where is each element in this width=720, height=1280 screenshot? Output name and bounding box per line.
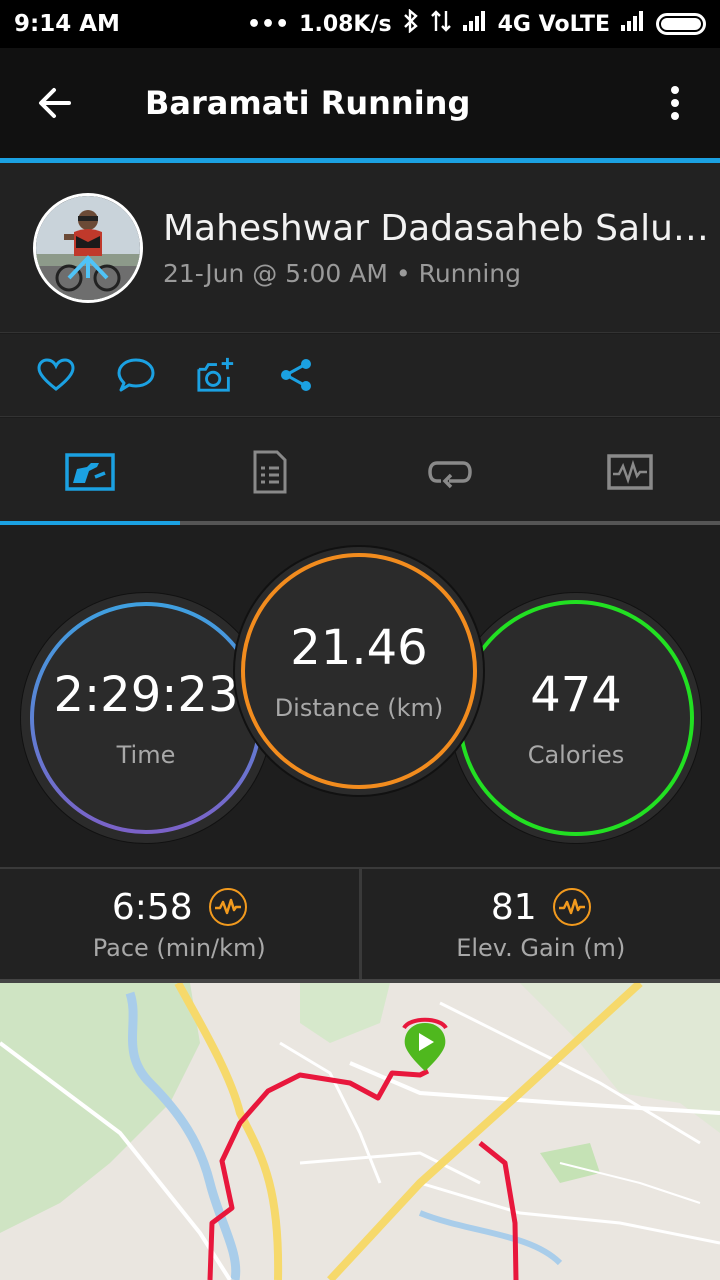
signal-icon [462,10,488,38]
metrics-row: 6:58 Pace (min/km) 81 Elev. Gain (m) [0,867,720,979]
laps-tab-icon [428,460,472,488]
heart-icon [37,358,75,391]
time-value: 2:29:23 [53,667,239,723]
details-tab-icon [253,450,287,493]
arrow-left-icon [39,88,71,118]
signal-icon-2 [620,10,646,38]
time-stat: 2:29:23 Time [20,592,272,844]
app-bar: Baramati Running [0,48,720,158]
tab-laps[interactable] [360,418,540,525]
time-label: Time [116,741,176,769]
like-button[interactable] [36,355,76,395]
activity-header: Maheshwar Dadasaheb Salun… 21-Jun @ 5:00… [0,163,720,333]
summary-stats: 2:29:23 Time 474 Calories 21.46 Distance… [0,525,720,867]
calories-value: 474 [530,667,622,723]
page-title: Baramati Running [145,84,471,122]
distance-label: Distance (km) [274,694,444,722]
data-transfer-icon [430,9,452,39]
tab-charts[interactable] [540,418,720,525]
route-map[interactable] [0,979,720,1280]
activity-meta: 21-Jun @ 5:00 AM • Running [163,258,522,288]
status-dots: ••• [246,11,290,37]
status-bar: 9:14 AM ••• 1.08K/s 4G VoLTE [0,0,720,48]
elevation-value: 81 [490,886,537,928]
back-button[interactable] [0,48,110,158]
distance-stat: 21.46 Distance (km) [233,545,485,797]
comment-icon [117,358,155,392]
activity-tabs [0,418,720,525]
status-indicators: ••• 1.08K/s 4G VoLTE [246,8,706,39]
elevation-metric[interactable]: 81 Elev. Gain (m) [358,869,720,979]
status-time: 9:14 AM [14,11,120,37]
action-bar [0,334,720,417]
tab-stats[interactable] [0,418,180,525]
share-button[interactable] [276,355,316,395]
calories-stat: 474 Calories [450,592,702,844]
comment-button[interactable] [116,355,156,395]
add-photo-button[interactable] [196,355,236,395]
more-options-button[interactable] [630,48,720,158]
avatar[interactable] [33,192,143,303]
pace-value: 6:58 [111,886,193,928]
calories-label: Calories [527,741,625,769]
add-photo-icon [197,357,234,392]
share-icon [281,359,311,391]
distance-value: 21.46 [290,620,428,676]
charts-tab-icon [607,453,653,490]
elevation-label: Elev. Gain (m) [456,933,626,962]
stats-tab-icon [65,452,115,491]
more-vert-icon [671,86,679,120]
battery-icon [656,13,706,35]
pulse-icon [552,888,591,926]
bluetooth-icon [402,8,420,39]
pace-label: Pace (min/km) [92,933,266,962]
athlete-name: Maheshwar Dadasaheb Salun… [163,207,718,249]
pulse-icon [208,888,247,926]
tab-details[interactable] [180,418,360,525]
network-speed: 1.08K/s [299,11,392,37]
network-type: 4G VoLTE [497,11,610,37]
pace-metric[interactable]: 6:58 Pace (min/km) [0,869,359,979]
